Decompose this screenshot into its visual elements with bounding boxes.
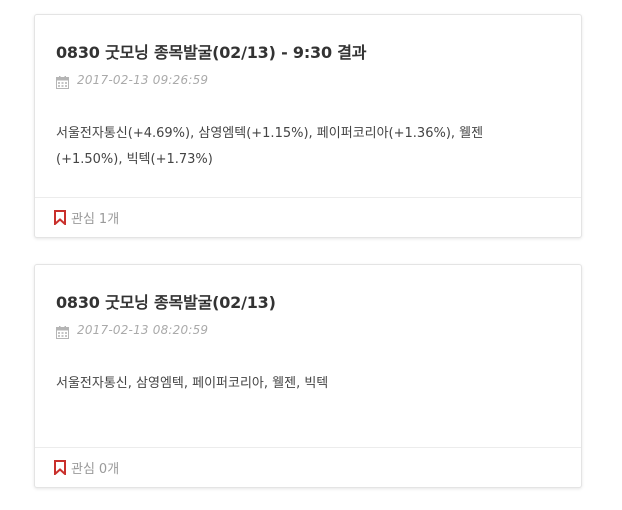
interest-button[interactable]: 관심 0개 <box>54 458 119 477</box>
interest-label: 관심 <box>71 212 95 227</box>
post-feed: 0830 굿모닝 종목발굴(02/13) - 9:30 결과 2017-02-1… <box>0 0 622 510</box>
interest-count: 1개 <box>98 212 120 227</box>
post-card: 0830 굿모닝 종목발굴(02/13) - 9:30 결과 2017-02-1… <box>34 14 582 238</box>
post-footer: 관심 1개 <box>35 197 581 237</box>
interest-label: 관심 <box>71 462 95 477</box>
calendar-icon <box>56 74 69 89</box>
post-meta: 2017-02-13 08:20:59 <box>56 323 209 339</box>
bookmark-icon <box>54 460 66 477</box>
post-body: 서울전자통신(+4.69%), 삼영엠텍(+1.15%), 페이퍼코리아(+1.… <box>56 126 484 167</box>
post-date: 2017-02-13 08:20:59 <box>77 323 209 337</box>
calendar-icon <box>56 324 69 339</box>
interest-button[interactable]: 관심 1개 <box>54 208 119 227</box>
post-meta: 2017-02-13 09:26:59 <box>56 73 209 89</box>
post-title[interactable]: 0830 굿모닝 종목발굴(02/13) - 9:30 결과 <box>56 39 367 63</box>
post-card: 0830 굿모닝 종목발굴(02/13) 2017-02-13 08:20:59 <box>34 264 582 488</box>
post-body: 서울전자통신, 삼영엠텍, 페이퍼코리아, 웰젠, 빅텍 <box>56 376 329 391</box>
post-footer: 관심 0개 <box>35 447 581 487</box>
post-date: 2017-02-13 09:26:59 <box>77 73 209 87</box>
post-title[interactable]: 0830 굿모닝 종목발굴(02/13) <box>56 289 276 313</box>
bookmark-icon <box>54 210 66 227</box>
interest-count: 0개 <box>98 462 120 477</box>
